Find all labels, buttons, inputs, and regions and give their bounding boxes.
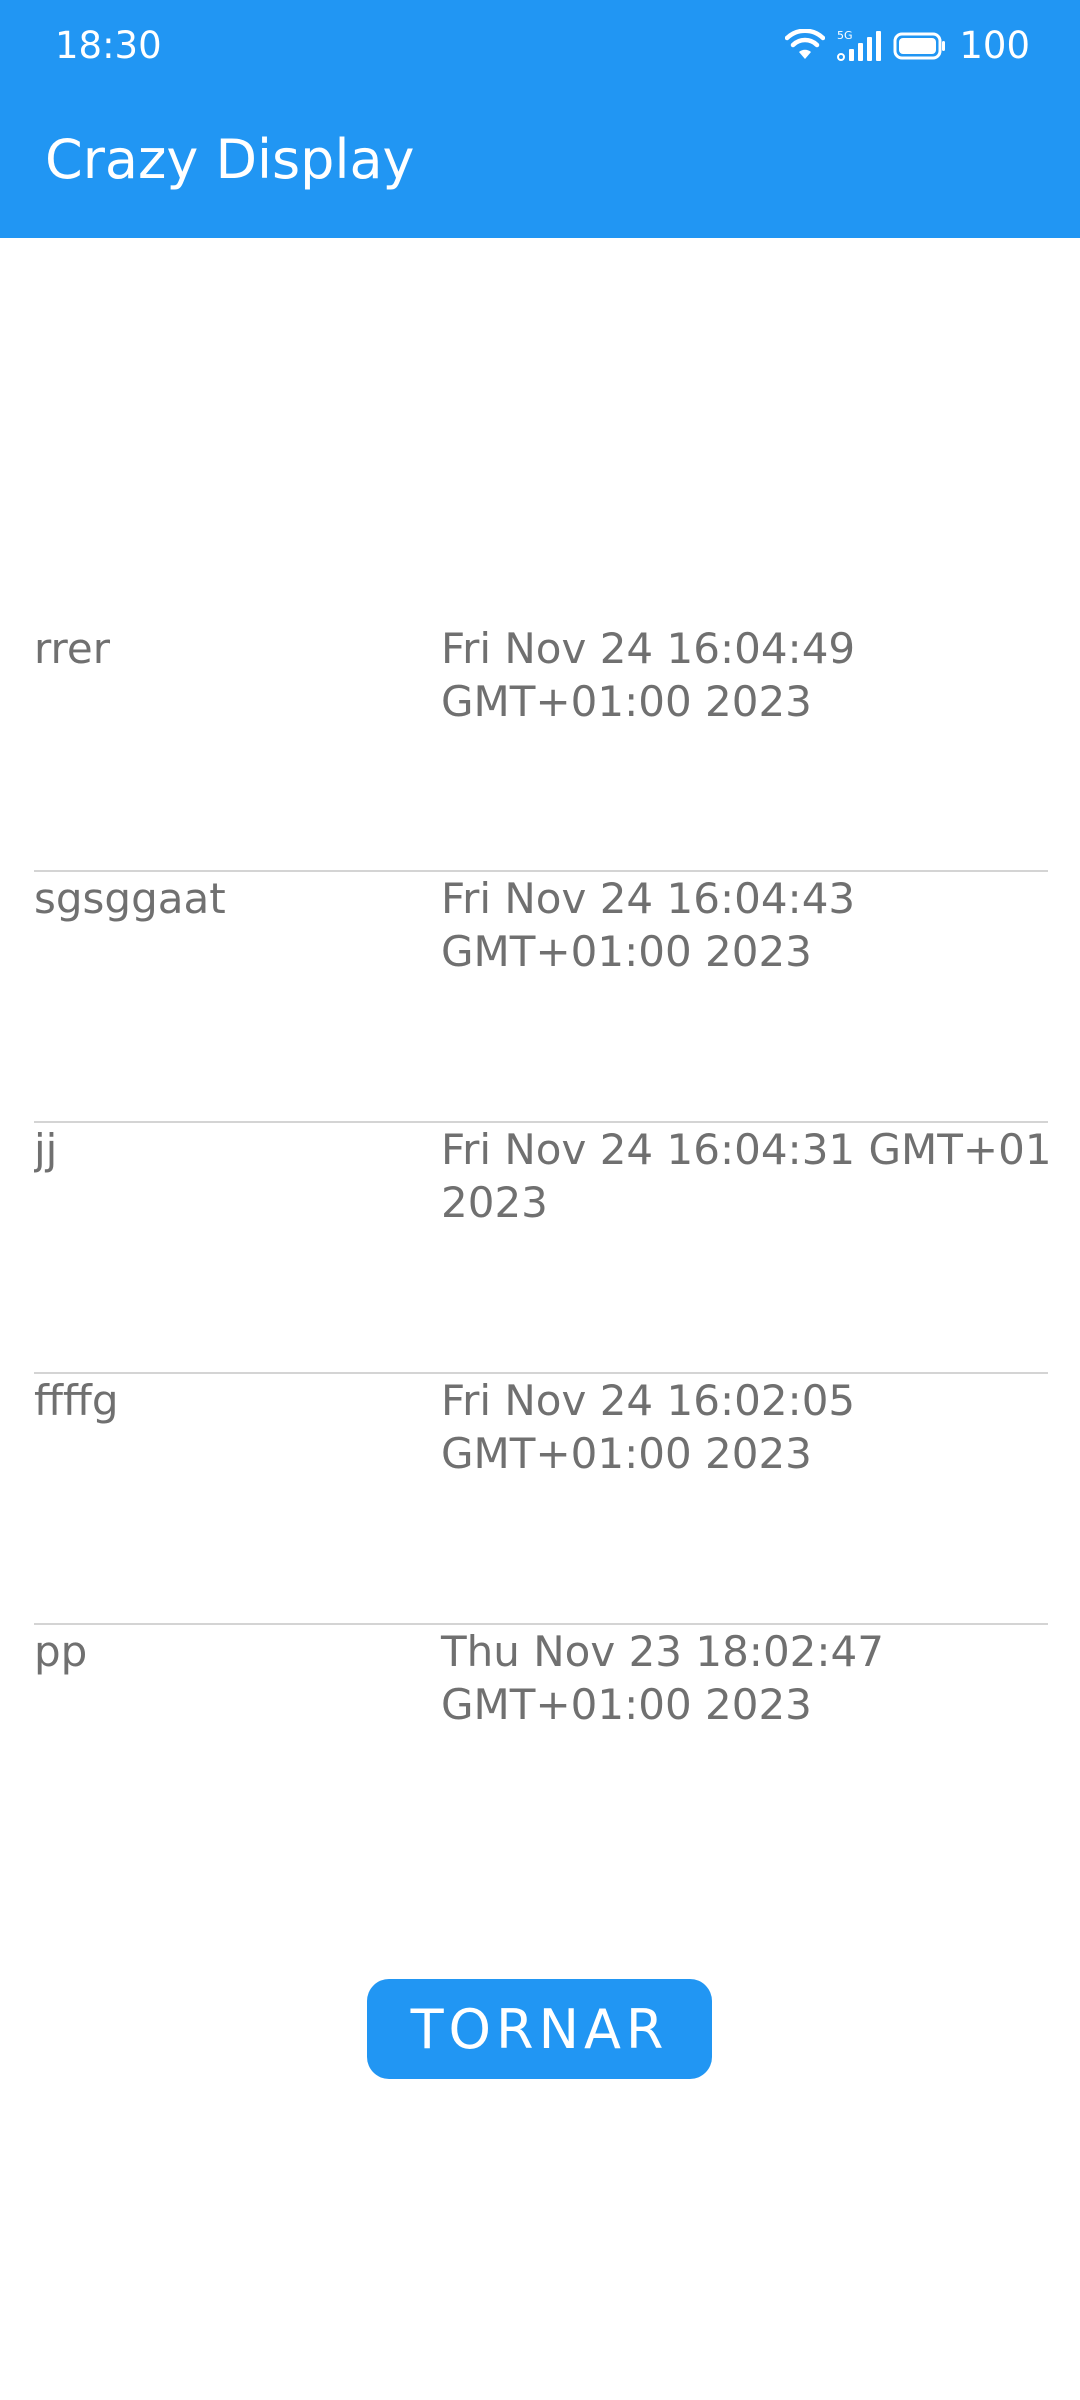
entry-date: Fri Nov 24 16:04:49 GMT+01:00 2023 xyxy=(441,622,1048,728)
page-title: Crazy Display xyxy=(45,128,415,191)
entry-name: ffffg xyxy=(34,1376,119,1425)
wifi-icon xyxy=(785,29,826,63)
list-item[interactable]: pp Thu Nov 23 18:02:47 GMT+01:00 2023 xyxy=(34,1623,1048,1875)
entry-name: sgsggaat xyxy=(34,874,226,923)
svg-text:5G: 5G xyxy=(837,29,853,42)
battery-icon xyxy=(893,31,947,61)
entry-date: Thu Nov 23 18:02:47 GMT+01:00 2023 xyxy=(441,1625,1048,1731)
signal-5g-icon: 5G xyxy=(837,29,882,63)
entry-date-line: Fri Nov 24 16:02:05 xyxy=(441,1376,856,1425)
entry-name: pp xyxy=(34,1627,88,1676)
app-bar: 18:30 5G 100 Crazy Display xyxy=(0,0,1080,238)
entry-date-line: GMT+01:00 2023 xyxy=(441,677,812,726)
list-item[interactable]: jj Fri Nov 24 16:04:31 GMT+01:00 2023 xyxy=(34,1121,1048,1373)
status-icons: 5G 100 xyxy=(785,22,1030,70)
entry-date-line: Fri Nov 24 16:04:31 GMT+01:00 xyxy=(441,1125,1048,1174)
entry-date-line: GMT+01:00 2023 xyxy=(441,1429,812,1478)
list-item[interactable]: ffffg Fri Nov 24 16:02:05 GMT+01:00 2023 xyxy=(34,1372,1048,1624)
battery-level: 100 xyxy=(959,24,1030,67)
entry-name: rrer xyxy=(34,624,110,673)
entry-date-line: Thu Nov 23 18:02:47 xyxy=(441,1627,884,1676)
entry-date-line: 2023 xyxy=(441,1178,548,1227)
back-button[interactable]: TORNAR xyxy=(367,1979,712,2079)
entry-date-line: Fri Nov 24 16:04:49 xyxy=(441,624,856,673)
list-item[interactable]: rrer Fri Nov 24 16:04:49 GMT+01:00 2023 xyxy=(34,622,1048,872)
status-time: 18:30 xyxy=(55,24,162,67)
entry-date-line: GMT+01:00 2023 xyxy=(441,927,812,976)
entry-date: Fri Nov 24 16:04:43 GMT+01:00 2023 xyxy=(441,872,1048,978)
entry-date: Fri Nov 24 16:02:05 GMT+01:00 2023 xyxy=(441,1374,1048,1480)
entry-name: jj xyxy=(34,1125,58,1174)
entry-date: Fri Nov 24 16:04:31 GMT+01:00 2023 xyxy=(441,1123,1048,1229)
list-item[interactable]: sgsggaat Fri Nov 24 16:04:43 GMT+01:00 2… xyxy=(34,870,1048,1122)
entry-date-line: Fri Nov 24 16:04:43 xyxy=(441,874,856,923)
entry-date-line: GMT+01:00 2023 xyxy=(441,1680,812,1729)
